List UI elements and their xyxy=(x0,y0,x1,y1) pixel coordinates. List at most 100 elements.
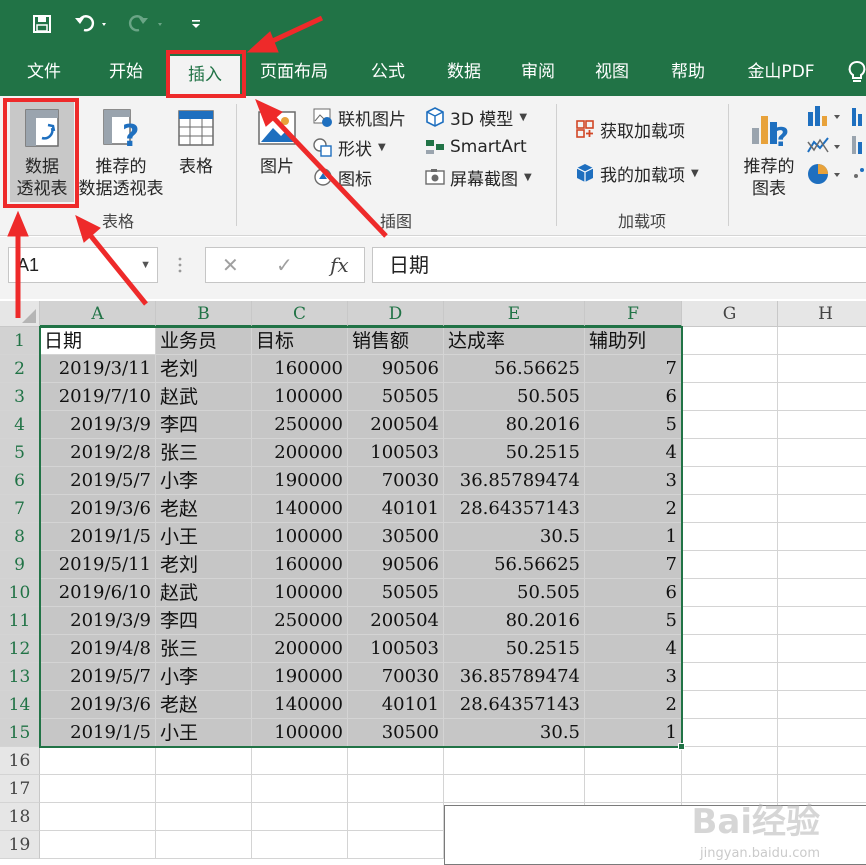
cell[interactable] xyxy=(348,803,444,831)
pivot-table-button[interactable]: 数据 透视表 xyxy=(10,102,74,202)
cell[interactable] xyxy=(40,803,156,831)
cell[interactable]: 业务员 xyxy=(156,327,252,355)
cell[interactable]: 36.85789474 xyxy=(444,663,585,691)
cell[interactable] xyxy=(348,775,444,803)
cell[interactable]: 100000 xyxy=(252,579,348,607)
column-header-b[interactable]: B xyxy=(156,301,252,327)
smartart-button[interactable]: SmartArt xyxy=(424,134,527,160)
cell[interactable]: 老赵 xyxy=(156,495,252,523)
pie-chart-icon[interactable] xyxy=(806,162,846,186)
icons-button[interactable]: 图标 xyxy=(312,164,372,190)
tab-formulas[interactable]: 公式 xyxy=(356,48,420,96)
cell[interactable] xyxy=(444,747,585,775)
chevron-down-icon[interactable]: ▼ xyxy=(140,248,151,282)
row-header[interactable]: 19 xyxy=(0,831,40,859)
cell[interactable]: 2019/1/5 xyxy=(40,523,156,551)
cell[interactable] xyxy=(585,747,682,775)
tab-kingsoft-pdf[interactable]: 金山PDF xyxy=(736,48,826,96)
cell[interactable]: 2019/5/7 xyxy=(40,663,156,691)
cell[interactable]: 2019/3/6 xyxy=(40,495,156,523)
online-pictures-button[interactable]: 联机图片 xyxy=(312,104,406,130)
cell[interactable] xyxy=(682,411,778,439)
cell[interactable]: 70030 xyxy=(348,663,444,691)
cell[interactable]: 3 xyxy=(585,467,682,495)
cell[interactable]: 2019/6/10 xyxy=(40,579,156,607)
cell[interactable] xyxy=(682,327,778,355)
tab-page-layout[interactable]: 页面布局 xyxy=(250,48,338,96)
cell[interactable]: 50.2515 xyxy=(444,439,585,467)
cell[interactable]: 2019/5/7 xyxy=(40,467,156,495)
cell[interactable]: 2019/3/9 xyxy=(40,411,156,439)
cell[interactable] xyxy=(778,383,866,411)
screenshot-button[interactable]: 屏幕截图 ▼ xyxy=(424,164,532,190)
cell[interactable]: 50.505 xyxy=(444,579,585,607)
cell[interactable]: 50.505 xyxy=(444,383,585,411)
cell[interactable]: 80.2016 xyxy=(444,607,585,635)
row-header[interactable]: 2 xyxy=(0,355,40,383)
cell[interactable] xyxy=(682,467,778,495)
cell[interactable]: 6 xyxy=(585,579,682,607)
cell[interactable] xyxy=(682,551,778,579)
fill-handle[interactable] xyxy=(678,743,685,750)
column-header-a[interactable]: A xyxy=(40,301,156,327)
column-header-h[interactable]: H xyxy=(778,301,866,327)
column-header-g[interactable]: G xyxy=(682,301,778,327)
undo-icon[interactable] xyxy=(72,10,112,38)
column-header-e[interactable]: E xyxy=(444,301,585,327)
cell[interactable]: 100000 xyxy=(252,523,348,551)
cell[interactable] xyxy=(778,411,866,439)
column-header-f[interactable]: F xyxy=(585,301,682,327)
row-header[interactable]: 4 xyxy=(0,411,40,439)
cell[interactable]: 张三 xyxy=(156,439,252,467)
cell[interactable]: 4 xyxy=(585,439,682,467)
cell[interactable] xyxy=(682,355,778,383)
cell[interactable]: 140000 xyxy=(252,691,348,719)
cell[interactable] xyxy=(778,579,866,607)
cell[interactable] xyxy=(156,831,252,859)
cell[interactable]: 老刘 xyxy=(156,355,252,383)
cell[interactable]: 30.5 xyxy=(444,523,585,551)
cell[interactable]: 1 xyxy=(585,719,682,747)
cell[interactable] xyxy=(682,579,778,607)
cell[interactable]: 2019/1/5 xyxy=(40,719,156,747)
cell[interactable]: 90506 xyxy=(348,355,444,383)
row-header[interactable]: 7 xyxy=(0,495,40,523)
enter-icon[interactable]: ✓ xyxy=(276,248,293,282)
row-header[interactable]: 6 xyxy=(0,467,40,495)
cell[interactable] xyxy=(252,831,348,859)
cell[interactable] xyxy=(682,495,778,523)
row-header[interactable]: 15 xyxy=(0,719,40,747)
select-all-button[interactable] xyxy=(0,301,40,327)
cell[interactable]: 2019/3/6 xyxy=(40,691,156,719)
cell[interactable] xyxy=(682,383,778,411)
cell[interactable]: 7 xyxy=(585,551,682,579)
cell[interactable]: 100000 xyxy=(252,719,348,747)
cell[interactable]: 达成率 xyxy=(444,327,585,355)
cell[interactable]: 5 xyxy=(585,607,682,635)
cell[interactable]: 250000 xyxy=(252,411,348,439)
cell[interactable] xyxy=(778,467,866,495)
cancel-icon[interactable]: ✕ xyxy=(222,248,239,282)
column-chart-icon[interactable] xyxy=(806,104,846,128)
cell[interactable] xyxy=(778,495,866,523)
cell[interactable] xyxy=(778,719,866,747)
column-header-d[interactable]: D xyxy=(348,301,444,327)
pictures-button[interactable]: 图片 xyxy=(248,102,306,202)
cell[interactable]: 目标 xyxy=(252,327,348,355)
cell[interactable]: 28.64357143 xyxy=(444,495,585,523)
cell[interactable] xyxy=(585,775,682,803)
cell[interactable] xyxy=(252,747,348,775)
tab-home[interactable]: 开始 xyxy=(94,48,158,96)
cell[interactable]: 50505 xyxy=(348,383,444,411)
cell[interactable]: 250000 xyxy=(252,607,348,635)
shapes-button[interactable]: 形状 ▼ xyxy=(312,134,386,160)
row-header[interactable]: 5 xyxy=(0,439,40,467)
tab-help[interactable]: 帮助 xyxy=(656,48,720,96)
cell[interactable]: 200504 xyxy=(348,607,444,635)
line-chart-icon[interactable] xyxy=(806,134,846,158)
cell[interactable] xyxy=(682,635,778,663)
cell[interactable] xyxy=(778,747,866,775)
cell[interactable] xyxy=(40,775,156,803)
tab-insert[interactable]: 插入 xyxy=(170,56,240,96)
cell[interactable]: 李四 xyxy=(156,607,252,635)
